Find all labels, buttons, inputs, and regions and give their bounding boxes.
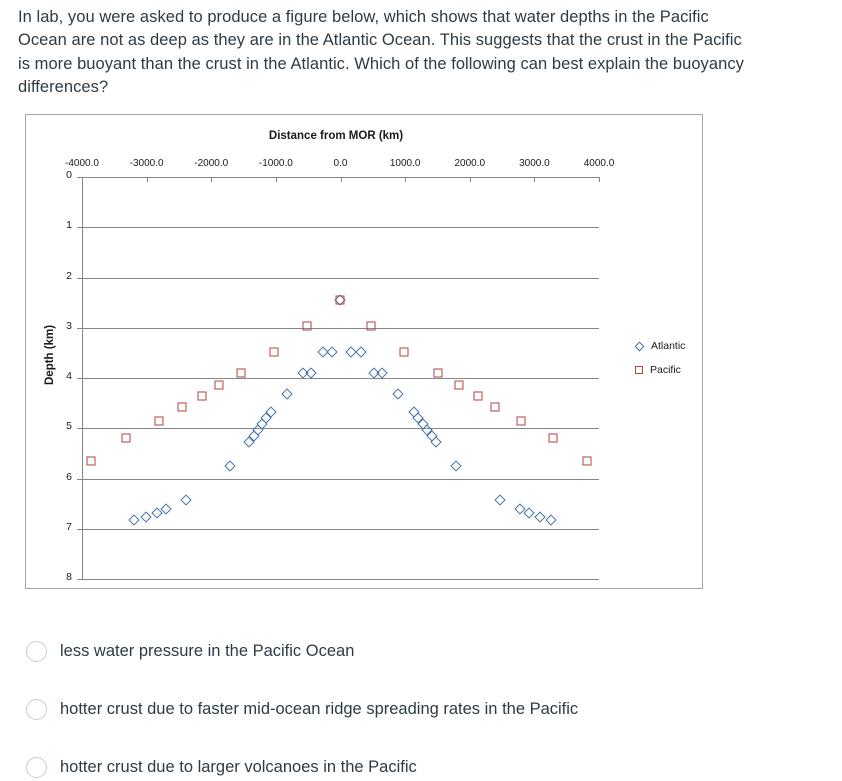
y-axis-tick-label: 7	[66, 520, 72, 533]
x-axis-tick-label: 1000.0	[389, 158, 421, 169]
data-point-atlantic	[280, 387, 293, 400]
data-point-pacific	[269, 347, 279, 357]
x-axis-tick-label: 0.0	[333, 158, 348, 169]
legend-item-pacific: Pacific	[634, 358, 685, 382]
x-axis-tick	[211, 177, 213, 182]
gridline-depth	[82, 277, 599, 279]
data-point-atlantic	[326, 346, 339, 358]
pacific-marker-icon	[635, 366, 643, 374]
data-point-pacific	[86, 456, 96, 466]
y-axis-tick-label: 8	[66, 571, 72, 583]
data-point-pacific	[490, 402, 500, 412]
data-point-pacific	[548, 433, 558, 443]
x-axis-tick	[340, 177, 342, 182]
data-point-atlantic	[534, 511, 546, 523]
answer-options-list: less water pressure in the Pacific Ocean…	[26, 622, 816, 781]
y-axis-tick	[77, 528, 82, 530]
answer-option-option-a[interactable]: less water pressure in the Pacific Ocean	[26, 622, 816, 680]
data-point-pacific	[516, 416, 526, 426]
data-point-pacific	[197, 391, 207, 401]
gridline-depth	[82, 327, 599, 329]
data-point-pacific	[335, 295, 344, 305]
y-axis-tick-label: 0	[66, 169, 72, 181]
atlantic-marker-icon	[634, 341, 645, 351]
x-axis-tick	[146, 177, 148, 182]
data-point-pacific	[236, 368, 246, 378]
x-axis-tick-label: -4000.0	[65, 158, 99, 169]
plot-area: -4000.0 -3000.0 -2000.0 -1000.0 0.0 1000.0 200…	[65, 158, 614, 583]
gridline-depth	[82, 478, 599, 480]
data-point-pacific	[121, 433, 131, 443]
y-axis-tick-label: 6	[66, 470, 72, 483]
data-point-atlantic	[223, 460, 236, 473]
data-point-atlantic	[139, 511, 152, 523]
x-axis-tick	[599, 177, 600, 182]
radio-button-icon[interactable]	[26, 756, 47, 778]
data-point-pacific	[214, 380, 224, 390]
gridline-depth	[82, 428, 599, 430]
data-point-pacific	[582, 456, 592, 466]
data-point-pacific	[154, 416, 164, 426]
y-axis-tick	[77, 277, 82, 279]
gridline-depth	[82, 378, 599, 379]
data-point-atlantic	[305, 367, 317, 379]
data-point-atlantic	[391, 387, 404, 400]
x-axis-tick	[534, 177, 536, 182]
x-axis-tick	[469, 177, 471, 182]
answer-option-label: hotter crust due to faster mid-ocean rid…	[60, 699, 579, 718]
data-point-atlantic	[494, 494, 506, 506]
data-point-atlantic	[430, 436, 443, 448]
figure-container: Distance from MOR (km) Depth (km) -4000.…	[25, 114, 703, 589]
gridline-depth	[82, 528, 599, 530]
data-point-pacific	[399, 347, 409, 357]
y-axis-tick-label: 3	[66, 319, 72, 332]
data-point-atlantic	[355, 346, 367, 358]
x-axis-tick	[275, 177, 277, 182]
y-axis-tick	[77, 579, 82, 580]
data-point-pacific	[473, 391, 483, 401]
legend-item-atlantic: Atlantic	[634, 334, 685, 358]
data-point-pacific	[454, 380, 464, 390]
y-axis-tick-label: 5	[66, 420, 72, 433]
legend-label-pacific: Pacific	[650, 364, 681, 376]
data-point-pacific	[433, 368, 443, 378]
data-point-atlantic	[180, 494, 192, 506]
x-axis-tick-label: 4000.0	[583, 158, 615, 169]
y-axis-tick-label: 4	[66, 370, 72, 382]
data-point-atlantic	[128, 514, 140, 526]
x-axis-tick	[405, 177, 407, 182]
question-prompt: In lab, you were asked to produce a figu…	[18, 8, 744, 97]
answer-option-label: less water pressure in the Pacific Ocean	[60, 641, 355, 660]
y-axis-tick	[77, 177, 82, 178]
gridline-depth	[82, 579, 599, 580]
y-axis-tick	[77, 478, 82, 480]
x-axis-tick-label: -1000.0	[258, 158, 293, 169]
answer-option-label: hotter crust due to larger volcanoes in …	[60, 757, 417, 776]
x-axis-tick-label: -3000.0	[129, 158, 164, 169]
answer-option-option-b[interactable]: hotter crust due to faster mid-ocean rid…	[26, 680, 816, 738]
data-point-atlantic	[450, 460, 462, 473]
y-axis-tick	[77, 428, 82, 430]
x-axis-tick-label: -2000.0	[194, 158, 229, 169]
x-axis-tick-label: 3000.0	[519, 158, 550, 169]
y-axis-tick	[77, 227, 82, 229]
radio-button-icon[interactable]	[26, 640, 47, 662]
x-axis-tick-label: 2000.0	[454, 158, 486, 169]
y-axis-tick	[77, 327, 82, 329]
y-axis-tick	[77, 378, 82, 379]
data-point-atlantic	[375, 367, 388, 379]
gridline-depth	[82, 227, 599, 229]
data-point-pacific	[177, 402, 187, 412]
data-point-atlantic	[545, 514, 558, 526]
data-point-pacific	[366, 321, 376, 331]
chart-title: Distance from MOR (km)	[268, 130, 404, 142]
data-point-pacific	[302, 321, 312, 331]
answer-option-option-c[interactable]: hotter crust due to larger volcanoes in …	[26, 738, 816, 781]
x-axis-tick	[82, 177, 83, 182]
radio-button-icon[interactable]	[26, 698, 47, 720]
legend-label-atlantic: Atlantic	[651, 340, 686, 352]
y-axis-tick-label: 1	[66, 219, 72, 232]
chart-legend: Atlantic Pacific	[634, 334, 685, 382]
y-axis-tick-label: 2	[66, 269, 72, 282]
